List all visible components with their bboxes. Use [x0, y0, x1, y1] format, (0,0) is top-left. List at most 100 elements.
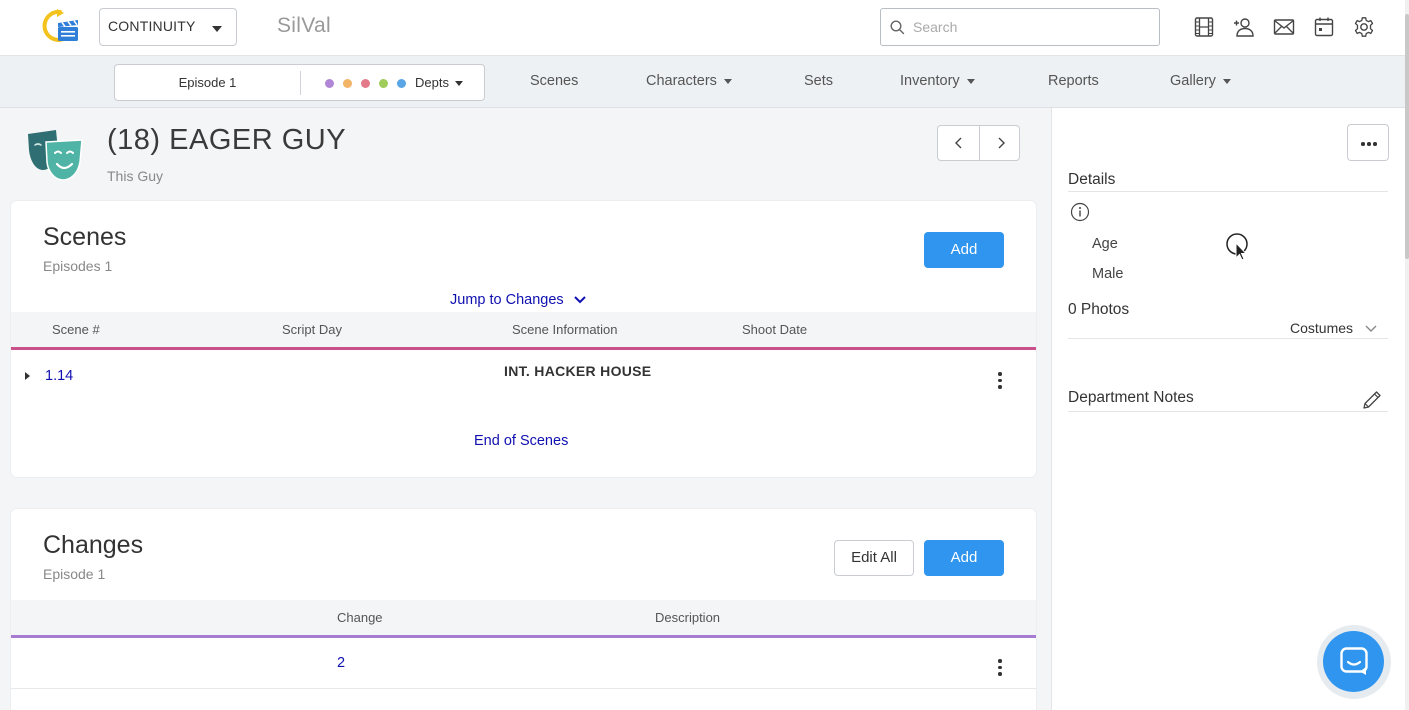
next-button[interactable] — [980, 126, 1021, 160]
nav-reports[interactable]: Reports — [1048, 73, 1099, 89]
edit-all-button[interactable]: Edit All — [834, 540, 914, 576]
expand-row-icon[interactable] — [25, 372, 30, 380]
scene-number-link[interactable]: 1.14 — [45, 368, 73, 384]
dept-dot — [379, 79, 388, 88]
changes-title: Changes — [43, 531, 144, 559]
row-accent-line — [11, 347, 1036, 350]
dept-dot — [343, 79, 352, 88]
divider — [300, 71, 301, 95]
change-number-link[interactable]: 2 — [337, 655, 345, 671]
column-header: Script Day — [282, 322, 342, 337]
chevron-left-icon — [955, 137, 962, 149]
gear-icon[interactable] — [1353, 16, 1375, 38]
chat-launcher-inner — [1323, 631, 1384, 692]
chevron-down-icon — [454, 81, 463, 87]
scenes-card: Scenes Episodes 1 Add Jump to Changes Sc… — [11, 201, 1036, 477]
nav-sets-label: Sets — [804, 73, 834, 89]
record-pager — [937, 125, 1020, 161]
project-name: SilVal — [277, 14, 331, 37]
character-title: (18) EAGER GUY — [107, 124, 347, 156]
add-user-icon[interactable] — [1233, 16, 1255, 38]
depts-dropdown[interactable]: Depts — [415, 75, 463, 90]
changes-card: Changes Episode 1 Edit All Add Change De… — [11, 509, 1036, 710]
column-header: Description — [655, 610, 721, 625]
divider — [1068, 191, 1388, 192]
changes-subtitle: Episode 1 — [43, 566, 106, 582]
row-divider — [11, 688, 1036, 689]
add-change-button[interactable]: Add — [924, 540, 1004, 576]
row-accent-line — [11, 635, 1036, 638]
row-menu-icon[interactable] — [997, 659, 1003, 677]
scenes-title: Scenes — [43, 223, 127, 251]
dept-dot — [397, 79, 406, 88]
end-of-scenes-label: End of Scenes — [474, 433, 569, 449]
scenes-table-header: Scene # Script Day Scene Information Sho… — [11, 312, 1036, 348]
character-header: (18) EAGER GUY This Guy — [0, 108, 1051, 186]
theater-masks-icon — [28, 130, 83, 181]
nav-inventory[interactable]: Inventory — [900, 73, 975, 89]
chat-launcher-button[interactable] — [1317, 625, 1391, 699]
character-subtitle: This Guy — [107, 168, 164, 184]
nav-bar: Episode 1 Depts Scenes Characters Sets I… — [0, 56, 1409, 108]
column-header: Change — [337, 610, 383, 625]
film-icon[interactable] — [1193, 16, 1215, 38]
page-scrollbar[interactable] — [1405, 0, 1409, 710]
add-scene-button[interactable]: Add — [924, 232, 1004, 268]
row-menu-icon[interactable] — [997, 372, 1003, 390]
app-select-value: CONTINUITY — [108, 18, 196, 34]
episode-select[interactable]: Episode 1 — [115, 75, 300, 90]
scenes-subtitle: Episodes 1 — [43, 258, 113, 274]
details-heading: Details — [1068, 171, 1116, 188]
photos-heading: 0 Photos — [1068, 301, 1130, 318]
nav-gallery-label: Gallery — [1170, 73, 1216, 89]
divider — [1068, 411, 1388, 412]
column-header: Scene Information — [512, 322, 618, 337]
nav-reports-label: Reports — [1048, 73, 1099, 89]
photos-filter-dropdown[interactable]: Costumes — [1290, 320, 1377, 336]
nav-sets[interactable]: Sets — [804, 73, 833, 89]
chevron-down-icon — [966, 78, 975, 84]
app-logo-icon[interactable] — [40, 8, 82, 46]
scene-info-cell: INT. HACKER HOUSE — [504, 363, 652, 379]
chevron-down-icon — [1222, 78, 1231, 84]
nav-characters-label: Characters — [646, 73, 717, 89]
mouse-cursor-icon — [1226, 233, 1248, 261]
more-options-button[interactable] — [1347, 124, 1389, 161]
depts-label: Depts — [415, 75, 449, 90]
dept-dot — [325, 79, 334, 88]
changes-table-header: Change Description — [11, 600, 1036, 636]
calendar-icon[interactable] — [1313, 16, 1335, 38]
divider — [1068, 338, 1388, 339]
chevron-down-icon — [212, 26, 222, 32]
search-icon — [890, 20, 905, 35]
chevron-down-icon — [1365, 325, 1377, 333]
nav-scenes[interactable]: Scenes — [530, 73, 578, 89]
episode-depts-selector: Episode 1 Depts — [114, 64, 485, 101]
chevron-right-icon — [998, 137, 1005, 149]
search-box[interactable] — [880, 8, 1160, 46]
chevron-down-icon — [573, 296, 586, 304]
pencil-icon[interactable] — [1361, 389, 1383, 411]
nav-characters[interactable]: Characters — [646, 73, 732, 89]
jump-to-changes-label: Jump to Changes — [450, 292, 564, 308]
chat-icon — [1340, 647, 1368, 675]
photos-filter-label: Costumes — [1290, 320, 1354, 336]
age-label: Age — [1092, 236, 1118, 252]
previous-button[interactable] — [938, 126, 979, 160]
main-content: (18) EAGER GUY This Guy Scenes Episodes … — [0, 108, 1051, 710]
chevron-down-icon — [723, 78, 732, 84]
jump-to-changes-link[interactable]: Jump to Changes — [450, 292, 586, 308]
column-header: Scene # — [52, 322, 100, 337]
nav-scenes-label: Scenes — [530, 73, 579, 89]
scrollbar-thumb[interactable] — [1405, 14, 1409, 259]
info-icon[interactable] — [1070, 202, 1090, 222]
department-notes-heading: Department Notes — [1068, 389, 1194, 406]
search-input[interactable] — [913, 17, 1148, 37]
nav-inventory-label: Inventory — [900, 73, 960, 89]
mail-icon[interactable] — [1273, 16, 1295, 38]
app-select-dropdown[interactable]: CONTINUITY — [99, 8, 237, 46]
nav-gallery[interactable]: Gallery — [1170, 73, 1231, 89]
dept-dot — [361, 79, 370, 88]
gender-value: Male — [1092, 266, 1124, 282]
column-header: Shoot Date — [742, 322, 808, 337]
